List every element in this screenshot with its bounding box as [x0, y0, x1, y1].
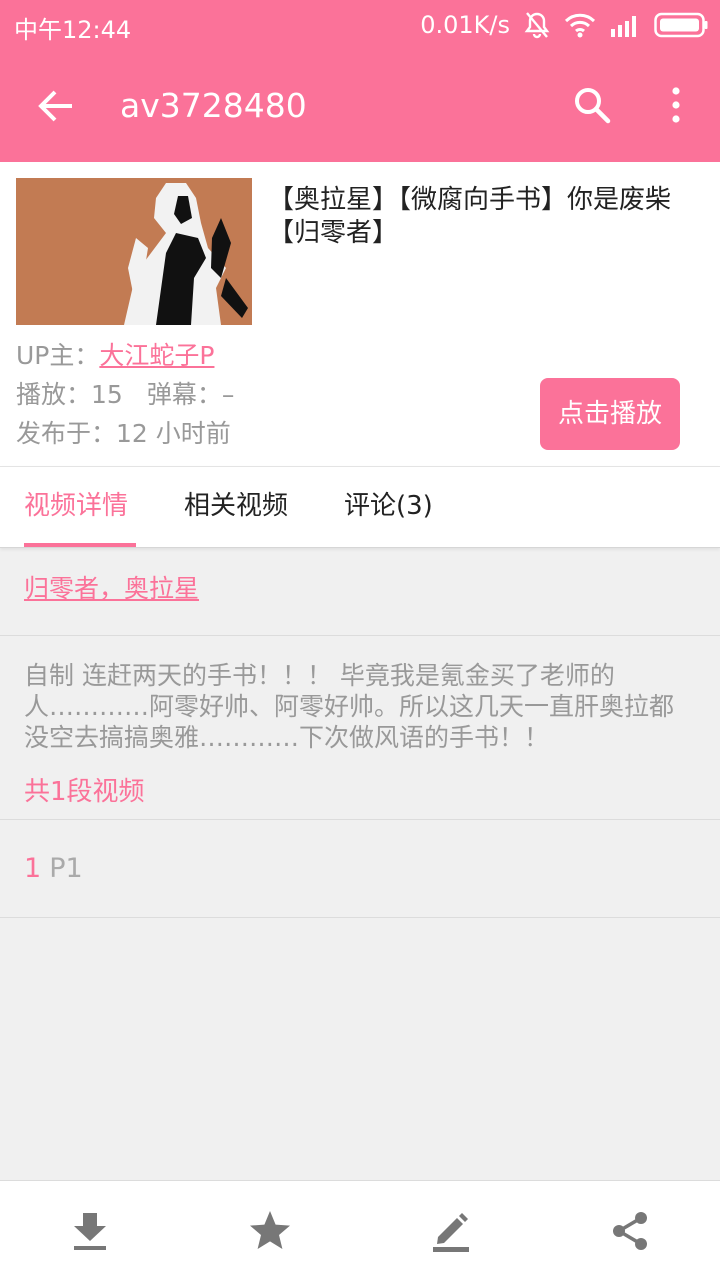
danmaku-count: – — [221, 380, 235, 409]
status-bar: 中午12:44 0.01K/s — [0, 0, 720, 50]
part-name: P1 — [49, 853, 83, 884]
status-time: 中午12:44 — [14, 16, 132, 44]
divider — [0, 819, 720, 820]
wifi-icon — [564, 12, 596, 38]
tab-comments[interactable]: 评论(3) — [344, 467, 433, 548]
status-right: 0.01K/s — [420, 8, 708, 42]
publish-time: 发布于：12 小时前 — [16, 419, 231, 448]
uploader-label: UP主： — [16, 341, 100, 370]
back-arrow-icon[interactable] — [34, 84, 78, 128]
battery-icon — [654, 12, 708, 38]
video-title: 【奥拉星】【微腐向手书】你是废柴【归零者】 — [268, 185, 672, 248]
active-tab-indicator — [24, 543, 136, 547]
star-icon[interactable] — [248, 1209, 292, 1253]
mute-icon — [524, 11, 550, 39]
danmaku-label: 弹幕： — [146, 380, 222, 409]
video-info-panel: 【奥拉星】【微腐向手书】你是废柴【归零者】 UP主：大江蛇子P 播放：15 弹幕：… — [0, 162, 720, 466]
more-vert-icon[interactable] — [660, 83, 692, 127]
signal-icon — [610, 13, 640, 37]
tab-bar: 视频详情 相关视频 评论(3) — [0, 466, 720, 548]
download-icon[interactable] — [68, 1209, 112, 1253]
play-label: 播放： — [16, 380, 92, 409]
tags-row: 归零者，奥拉星 — [0, 548, 720, 636]
uploader-link[interactable]: 大江蛇子P — [99, 341, 214, 370]
share-icon[interactable] — [608, 1209, 652, 1253]
search-icon[interactable] — [570, 83, 614, 127]
net-speed: 0.01K/s — [420, 11, 510, 39]
divider — [0, 917, 720, 918]
part-index: 1 — [24, 853, 42, 884]
tab-related-videos[interactable]: 相关视频 — [184, 467, 288, 548]
video-thumbnail[interactable] — [16, 178, 252, 325]
tag-links[interactable]: 归零者，奥拉星 — [24, 572, 199, 606]
bottom-action-bar — [0, 1180, 720, 1280]
app-toolbar: av3728480 — [0, 50, 720, 162]
stats-row: 播放：15 弹幕：– — [16, 379, 234, 411]
page-title: av3728480 — [120, 86, 307, 125]
edit-icon[interactable] — [430, 1209, 474, 1253]
tab-video-details[interactable]: 视频详情 — [24, 467, 128, 548]
play-count: 15 — [91, 380, 123, 409]
video-description: 自制 连赶两天的手书！！！ 毕竟我是氪金买了老师的人…………阿零好帅、阿零好帅。… — [24, 661, 675, 752]
part-list-item[interactable]: 1 P1 — [24, 852, 83, 886]
parts-count: 共1段视频 — [24, 777, 145, 807]
play-button[interactable]: 点击播放 — [540, 378, 680, 450]
uploader-row: UP主：大江蛇子P — [16, 340, 214, 372]
